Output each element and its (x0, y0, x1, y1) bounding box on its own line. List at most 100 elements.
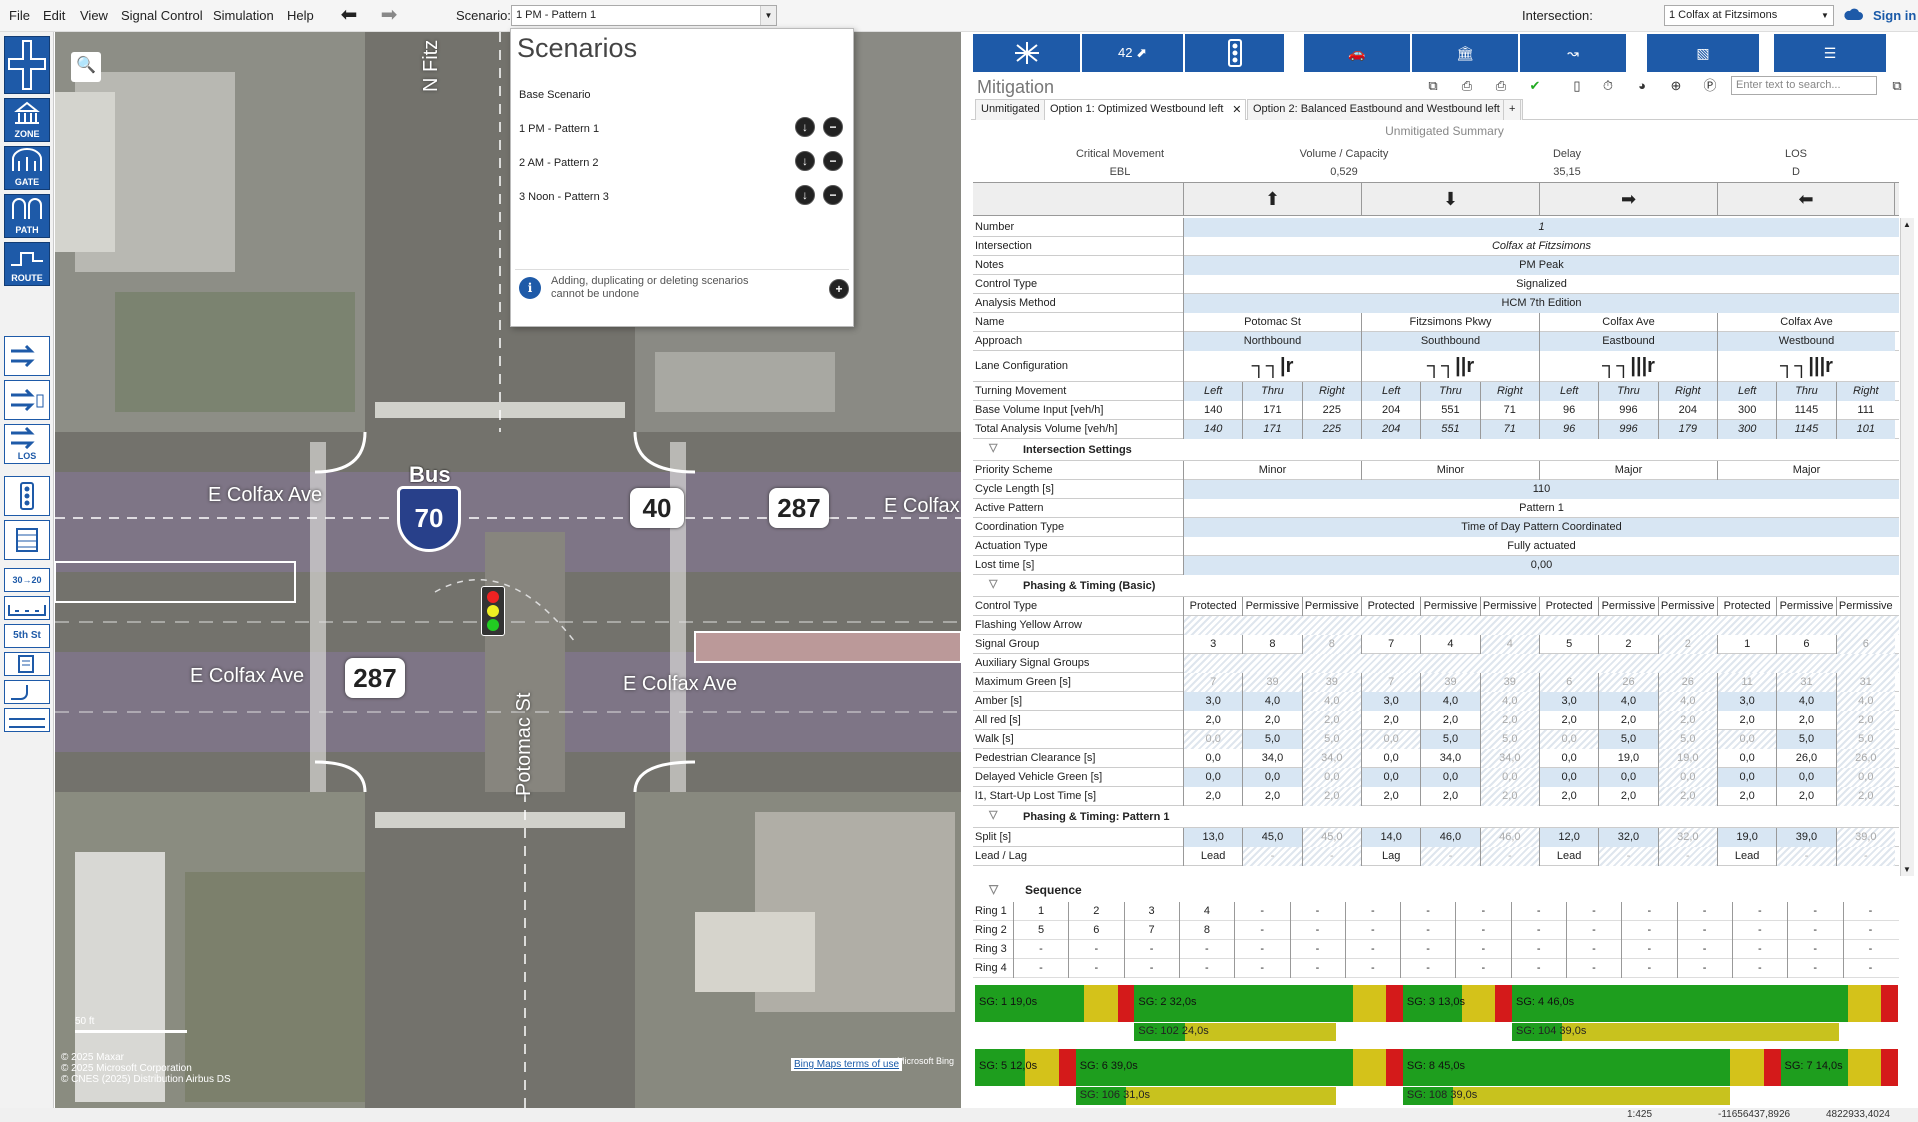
grid-cell[interactable]: - (1598, 847, 1658, 866)
download-icon[interactable]: ↓ (795, 151, 815, 171)
grid-cell[interactable]: Southbound (1361, 332, 1539, 351)
grid-cell[interactable]: Westbound (1717, 332, 1895, 351)
sequence-cell[interactable]: 1 (1013, 902, 1068, 921)
grid-cell[interactable]: Right (1479, 382, 1539, 401)
grid-cell[interactable]: 4,0 (1835, 692, 1895, 711)
print-all-icon[interactable]: ⎙ (1493, 78, 1509, 94)
grid-cell[interactable]: 45,0 (1301, 828, 1361, 847)
menu-signal-control[interactable]: Signal Control (121, 8, 203, 23)
overlap-phase-bar[interactable]: SG: 104 39,0s (1512, 1023, 1840, 1041)
grid-cell[interactable]: Left (1183, 382, 1243, 401)
traffic-workflow-button[interactable]: 🚗 (1304, 34, 1410, 72)
sequence-cell[interactable]: - (1400, 902, 1455, 921)
grid-cell[interactable]: Permissive (1479, 597, 1539, 616)
grid-cell[interactable]: Signalized (1183, 275, 1899, 294)
traffic-signal-marker[interactable] (481, 586, 505, 636)
sequence-cell[interactable]: - (1676, 921, 1732, 940)
grid-cell[interactable]: 0,0 (1776, 768, 1836, 787)
menu-help[interactable]: Help (287, 8, 314, 23)
grid-cell[interactable]: 2,0 (1479, 787, 1539, 806)
sequence-cell[interactable]: - (1731, 902, 1787, 921)
grid-cell[interactable]: 46,0 (1420, 828, 1480, 847)
grid-cell[interactable]: 19,0 (1716, 828, 1777, 847)
grid-cell[interactable]: 171 (1242, 401, 1301, 420)
grid-cell[interactable]: 3,0 (1183, 692, 1243, 711)
sequence-cell[interactable]: - (1400, 959, 1455, 978)
grid-cell[interactable]: 4,0 (1657, 692, 1717, 711)
grid-cell[interactable]: 204 (1360, 420, 1421, 439)
sequence-cell[interactable]: 8 (1178, 921, 1234, 940)
base-scenario-item[interactable]: Base Scenario (519, 89, 591, 101)
sequence-cell[interactable]: - (1842, 902, 1898, 921)
sequence-cell[interactable]: - (1510, 940, 1566, 959)
signal-icon[interactable]: ▯ (1569, 78, 1585, 94)
grid-cell[interactable]: 2,0 (1242, 711, 1301, 730)
grid-cell[interactable]: Northbound (1183, 332, 1361, 351)
sequence-cell[interactable]: - (1455, 959, 1510, 978)
sequence-cell[interactable]: - (1566, 959, 1621, 978)
grid-cell[interactable]: 996 (1598, 420, 1658, 439)
grid-cell[interactable]: 0,0 (1716, 730, 1777, 749)
sequence-cell[interactable]: - (1510, 902, 1566, 921)
sequence-cell[interactable]: - (1234, 921, 1289, 940)
grid-cell[interactable]: 0,00 (1183, 556, 1899, 575)
grid-cell[interactable]: 0,0 (1301, 768, 1361, 787)
signal-turn-button[interactable] (4, 380, 50, 420)
grid-cell[interactable]: 71 (1479, 401, 1539, 420)
grid-cell[interactable]: 1 (1716, 635, 1776, 654)
curb-tool-button[interactable] (4, 680, 50, 704)
grid-cell[interactable]: Permissive (1242, 597, 1301, 616)
grid-cell[interactable]: PM Peak (1183, 256, 1899, 275)
scroll-up-icon[interactable]: ▲ (1903, 220, 1911, 229)
grid-cell[interactable]: 1145 (1776, 401, 1835, 420)
grid-cell[interactable]: 96 (1538, 401, 1598, 420)
grid-cell[interactable]: - (1835, 847, 1895, 866)
sequence-cell[interactable]: - (1400, 921, 1455, 940)
grid-cell[interactable]: Eastbound (1539, 332, 1717, 351)
grid-cell[interactable]: 11 (1716, 673, 1777, 692)
grid-cell[interactable]: 32,0 (1598, 828, 1658, 847)
add-tab-button[interactable]: + (1503, 99, 1522, 120)
menu-edit[interactable]: Edit (43, 8, 65, 23)
grid-cell[interactable]: 0,0 (1538, 768, 1599, 787)
turn-tool-button[interactable] (4, 336, 50, 376)
grid-cell[interactable]: 26 (1657, 673, 1717, 692)
signal-phase-bar[interactable]: SG: 2 32,0s (1134, 985, 1403, 1022)
grid-cell[interactable]: 2,0 (1183, 711, 1242, 730)
grid-cell[interactable]: 39 (1301, 673, 1361, 692)
grid-cell[interactable]: 2,0 (1835, 787, 1895, 806)
pie-icon[interactable]: ◕ (1634, 78, 1650, 94)
grid-cell[interactable]: 2,0 (1538, 711, 1598, 730)
grid-cell[interactable]: 3,0 (1716, 692, 1777, 711)
sequence-section-header[interactable]: ▽ Sequence (973, 880, 1899, 899)
volume-workflow-button[interactable]: 42 ⬈ (1082, 34, 1183, 72)
grid-cell[interactable]: 2,0 (1776, 711, 1835, 730)
grid-cell[interactable]: 26 (1598, 673, 1658, 692)
grid-cell[interactable]: 4,0 (1420, 692, 1480, 711)
grid-cell[interactable]: Lead (1183, 847, 1242, 866)
sequence-cell[interactable]: - (1344, 921, 1400, 940)
grid-cell[interactable]: 2,0 (1835, 711, 1895, 730)
grid-cell[interactable]: 13,0 (1183, 828, 1243, 847)
grid-cell[interactable]: 2,0 (1183, 787, 1242, 806)
grid-cell[interactable]: 39 (1242, 673, 1302, 692)
grid-cell[interactable]: 4,0 (1776, 692, 1836, 711)
grid-cell[interactable]: 2,0 (1242, 787, 1301, 806)
grid-cell[interactable]: 551 (1420, 420, 1480, 439)
sequence-cell[interactable]: - (1566, 921, 1621, 940)
grid-cell[interactable]: Colfax Ave (1717, 313, 1895, 332)
grid-cell[interactable]: Lag (1360, 847, 1420, 866)
grid-cell[interactable]: Thru (1598, 382, 1658, 401)
network-workflow-button[interactable] (973, 34, 1080, 72)
grid-cell[interactable]: 2,0 (1776, 787, 1835, 806)
scenario-item[interactable]: 3 Noon - Pattern 3 (519, 191, 609, 203)
grid-cell[interactable]: Lead (1716, 847, 1776, 866)
grid-cell[interactable]: 179 (1657, 420, 1717, 439)
grid-cell[interactable]: 34,0 (1479, 749, 1539, 768)
grid-cell[interactable]: Minor (1183, 461, 1361, 480)
grid-cell[interactable]: 32,0 (1657, 828, 1717, 847)
sequence-cell[interactable]: 3 (1123, 902, 1179, 921)
grid-cell[interactable]: 101 (1835, 420, 1895, 439)
grid-cell[interactable]: 0,0 (1538, 749, 1598, 768)
grid-cell[interactable]: 8 (1242, 635, 1301, 654)
